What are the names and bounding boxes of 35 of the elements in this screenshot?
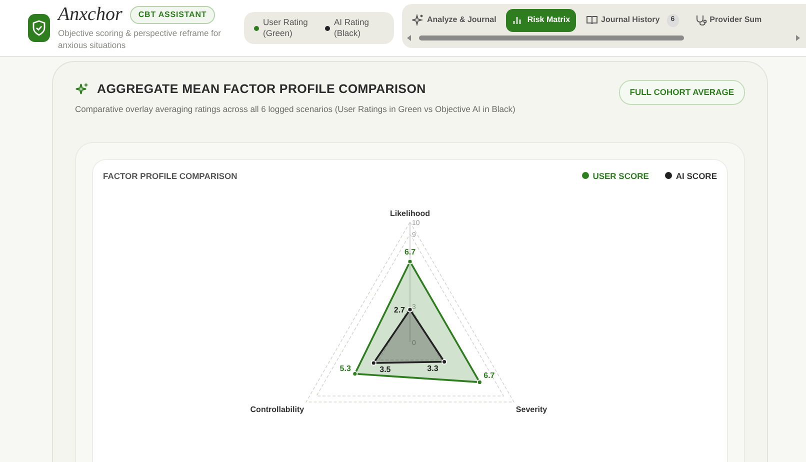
nav-tab[interactable]: Risk Matrix <box>506 9 576 32</box>
data-point <box>352 371 358 377</box>
panel-subtitle: Comparative overlay averaging ratings across all 6 logged scenarios (User Ratings in Green vs Objective AI in Black) <box>75 102 516 116</box>
horizontal-scrollbar[interactable] <box>406 34 801 42</box>
axis-label: Severity <box>516 405 548 414</box>
tagline: Objective scoring & perspective reframe for anxious situations <box>58 28 222 51</box>
sparkles-icon <box>75 82 89 96</box>
data-label: 6.7 <box>484 371 495 380</box>
data-label: 3.5 <box>380 365 391 374</box>
shield-logo-icon <box>28 14 50 42</box>
data-point <box>476 380 482 386</box>
data-point <box>370 360 376 366</box>
axis-label: Controllability <box>250 405 304 414</box>
brand-name: Anxchor <box>58 5 122 24</box>
stethoscope-icon <box>694 14 707 26</box>
sparkles-icon <box>412 14 424 26</box>
scope-badge: FULL COHORT AVERAGE <box>618 80 745 105</box>
book-icon <box>586 14 598 26</box>
chart-title: FACTOR PROFILE COMPARISON <box>103 170 238 182</box>
axis-label: Likelihood <box>390 209 430 218</box>
legend-label: USER SCORE <box>592 170 649 182</box>
legend-label: User Rating (Green) <box>263 17 309 39</box>
data-label: 3.3 <box>427 364 438 374</box>
legend-label: AI Rating (Black) <box>334 17 370 39</box>
data-label: 6.7 <box>404 248 416 257</box>
panel-title: AGGREGATE MEAN FACTOR PROFILE COMPARISON <box>97 81 426 98</box>
data-label: 2.7 <box>394 306 405 315</box>
legend-label: AI SCORE <box>676 170 717 182</box>
nav-tab[interactable]: Analyze & Journal <box>406 9 502 32</box>
data-label: 5.3 <box>340 364 351 374</box>
brand-badge: CBT ASSISTANT <box>130 6 215 24</box>
data-point <box>407 307 413 313</box>
data-point <box>407 259 413 265</box>
data-point <box>442 359 448 365</box>
nav-tab[interactable]: Provider Sum <box>688 9 768 32</box>
